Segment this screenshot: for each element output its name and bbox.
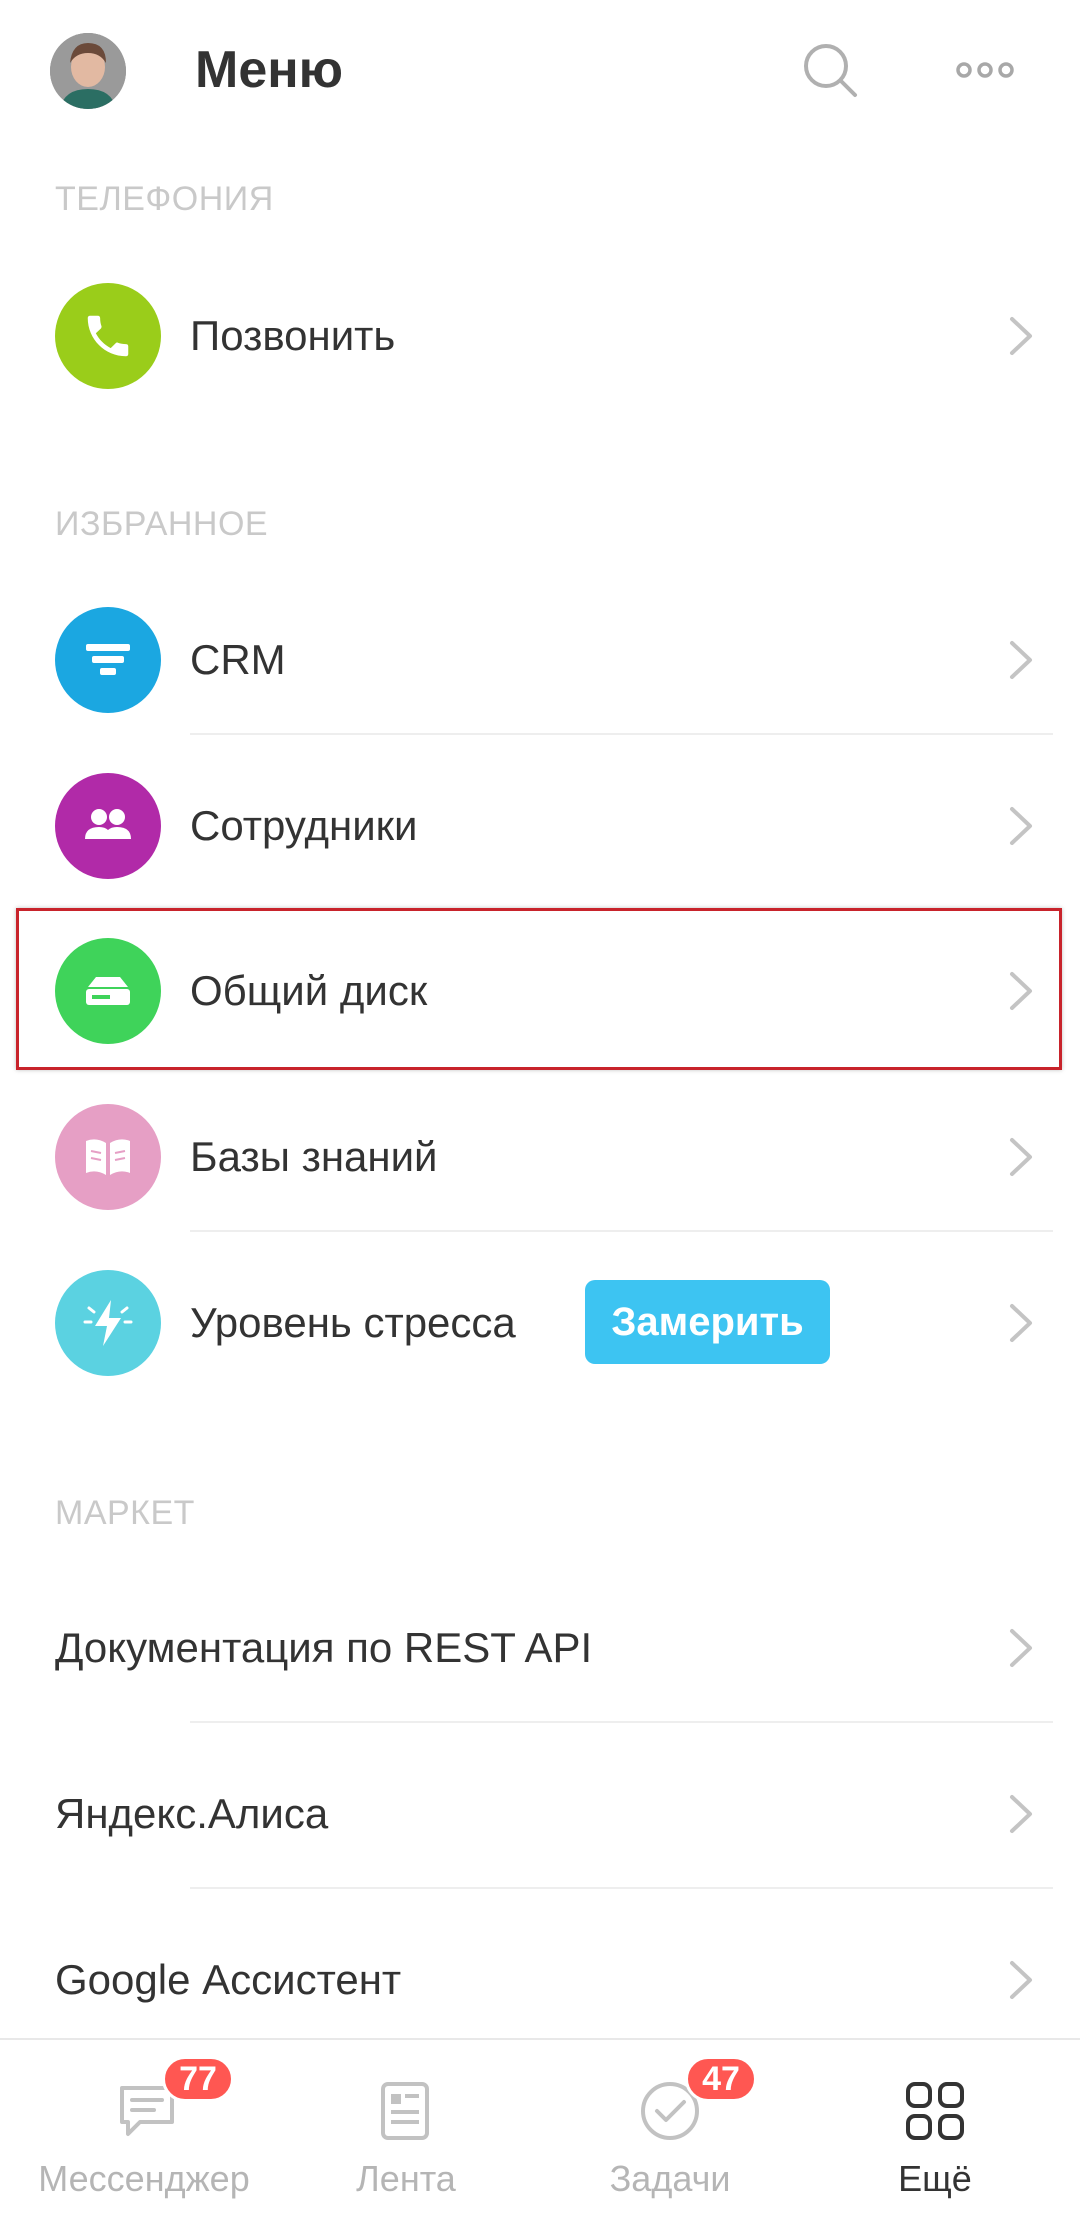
chevron-right-icon [1010, 1961, 1032, 1999]
lightning-icon [55, 1270, 161, 1376]
menu-item-crm[interactable]: CRM [0, 585, 1080, 735]
chevron-right-icon [1010, 807, 1032, 845]
divider [190, 1721, 1053, 1723]
tasks-badge: 47 [685, 2056, 757, 2102]
tab-messenger[interactable]: 77 Мессенджер [14, 2040, 274, 2214]
menu-item-knowledge-bases[interactable]: Базы знаний [0, 1082, 1080, 1232]
tab-more[interactable]: Ещё [805, 2040, 1065, 2214]
menu-item-label: Документация по REST API [55, 1624, 593, 1671]
feed-icon [381, 2082, 429, 2140]
menu-item-stress-level[interactable]: Уровень стресса Замерить [0, 1248, 1080, 1398]
tab-label: Лента [356, 2158, 456, 2199]
header: Меню [0, 0, 1080, 140]
messenger-badge: 77 [162, 2056, 234, 2102]
menu-screen: Меню ТЕЛЕФОНИЯ Позвонить ИЗБРАННОЕ CRM С… [0, 0, 1080, 2214]
tab-feed[interactable]: Лента [276, 2040, 536, 2214]
tab-label: Задачи [609, 2158, 731, 2199]
menu-item-label: Общий диск [190, 967, 428, 1014]
chevron-right-icon [1010, 972, 1032, 1010]
filter-icon [55, 607, 161, 713]
menu-item-yandex-alice[interactable]: Яндекс.Алиса [0, 1739, 1080, 1889]
measure-button[interactable]: Замерить [585, 1280, 830, 1364]
people-icon [55, 773, 161, 879]
drive-icon [55, 938, 161, 1044]
more-dots-icon[interactable] [950, 35, 1020, 105]
search-icon[interactable] [795, 35, 865, 105]
menu-item-employees[interactable]: Сотрудники [0, 751, 1080, 901]
bottom-tab-bar: 77 Мессенджер Лента 47 Задачи Ещё [0, 2038, 1080, 2214]
menu-item-label: Google Ассистент [55, 1956, 402, 2003]
section-label-market: МАРКЕТ [55, 1494, 195, 1532]
chevron-right-icon [1010, 641, 1032, 679]
menu-item-label: Сотрудники [190, 802, 418, 849]
divider [190, 1887, 1053, 1889]
page-title: Меню [195, 41, 344, 99]
menu-item-call[interactable]: Позвонить [0, 261, 1080, 411]
phone-icon [55, 283, 161, 389]
chevron-right-icon [1010, 1629, 1032, 1667]
tab-label: Мессенджер [38, 2158, 250, 2199]
menu-item-shared-drive[interactable]: Общий диск [0, 916, 1080, 1066]
divider [190, 733, 1053, 735]
menu-item-label: Уровень стресса [190, 1299, 516, 1346]
menu-item-label: Позвонить [190, 312, 396, 359]
chevron-right-icon [1010, 1138, 1032, 1176]
grid-icon [906, 2082, 964, 2140]
menu-item-label: CRM [190, 636, 286, 683]
chevron-right-icon [1010, 1795, 1032, 1833]
book-icon [55, 1104, 161, 1210]
menu-item-label: Базы знаний [190, 1133, 438, 1180]
avatar[interactable] [50, 33, 126, 109]
section-label-telephony: ТЕЛЕФОНИЯ [55, 180, 274, 218]
tab-label: Ещё [898, 2158, 972, 2199]
menu-item-rest-api-docs[interactable]: Документация по REST API [0, 1573, 1080, 1723]
menu-item-google-assistant[interactable]: Google Ассистент [0, 1905, 1080, 2055]
menu-item-label: Яндекс.Алиса [55, 1790, 329, 1837]
section-label-favorites: ИЗБРАННОЕ [55, 505, 269, 543]
chevron-right-icon [1010, 1304, 1032, 1342]
chevron-right-icon [1010, 317, 1032, 355]
divider [190, 1230, 1053, 1232]
tab-tasks[interactable]: 47 Задачи [540, 2040, 800, 2214]
